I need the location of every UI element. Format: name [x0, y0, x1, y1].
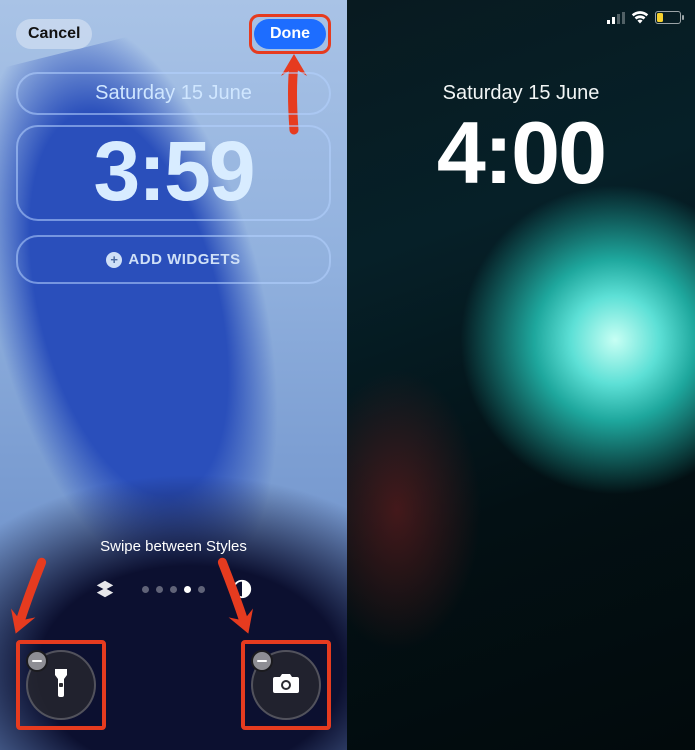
cancel-button[interactable]: Cancel [16, 19, 92, 49]
page-dot-active [184, 586, 191, 593]
camera-icon [271, 671, 301, 700]
layers-icon[interactable] [94, 578, 116, 600]
time-widget[interactable]: 3:59 [16, 125, 331, 221]
cellular-signal-icon [607, 11, 625, 23]
lock-time: 4:00 [347, 102, 695, 204]
wifi-icon [631, 10, 649, 24]
battery-icon [655, 11, 681, 24]
done-button[interactable]: Done [254, 19, 326, 49]
page-dot [170, 586, 177, 593]
page-dot [156, 586, 163, 593]
style-page-dots[interactable] [142, 586, 205, 593]
page-dot [142, 586, 149, 593]
remove-badge[interactable] [251, 650, 273, 672]
plus-icon: + [106, 252, 122, 268]
add-widgets-button[interactable]: + ADD WIDGETS [16, 235, 331, 284]
contrast-icon[interactable] [231, 578, 253, 600]
date-widget[interactable]: Saturday 15 June [16, 72, 331, 115]
battery-fill [657, 13, 663, 22]
flashlight-button[interactable] [26, 650, 96, 720]
camera-button[interactable] [251, 650, 321, 720]
annotation-highlight-done: Done [249, 14, 331, 54]
widget-stack: Saturday 15 June 3:59 + ADD WIDGETS [16, 72, 331, 284]
lock-screen-result: Saturday 15 June 4:00 [347, 0, 695, 750]
wallpaper-accent [347, 350, 487, 670]
page-dot [198, 586, 205, 593]
flashlight-shortcut[interactable] [22, 646, 100, 724]
style-controls-row [0, 578, 347, 600]
camera-shortcut[interactable] [247, 646, 325, 724]
add-widgets-label: ADD WIDGETS [128, 251, 240, 268]
status-bar [607, 10, 681, 24]
swipe-hint-label: Swipe between Styles [0, 538, 347, 555]
flashlight-icon [48, 667, 74, 704]
remove-badge[interactable] [26, 650, 48, 672]
lock-screen-editor: Cancel Done Saturday 15 June 3:59 + ADD … [0, 0, 347, 750]
editor-header: Cancel Done [0, 14, 347, 54]
